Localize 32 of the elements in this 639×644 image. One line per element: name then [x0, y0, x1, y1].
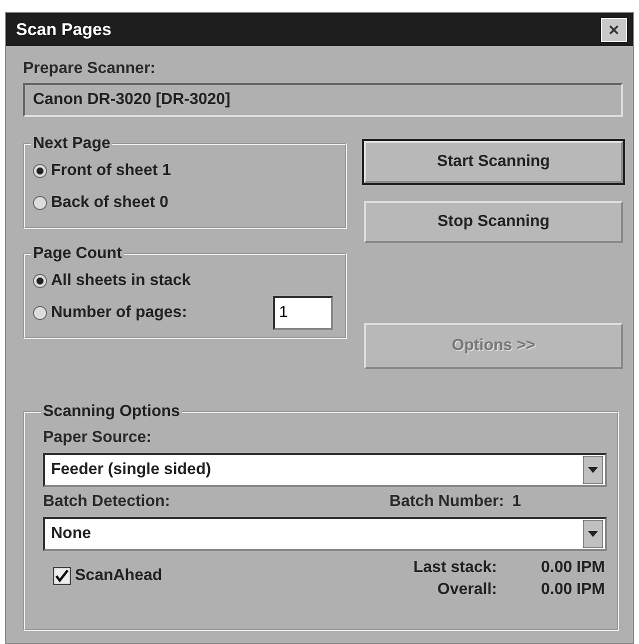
radio-button[interactable] [33, 164, 47, 178]
batch-detection-label: Batch Detection: [43, 493, 170, 511]
radio-label[interactable]: All sheets in stack [51, 272, 191, 290]
checkbox[interactable] [53, 567, 71, 585]
stat-label: Overall: [436, 580, 497, 600]
radio-label[interactable]: Front of sheet 1 [51, 162, 172, 180]
dialog-button[interactable]: Stop Scanning [364, 201, 623, 243]
dropdown-arrow-icon[interactable] [583, 456, 603, 484]
stat-value: 0.00 IPM [540, 580, 605, 600]
dialog-button[interactable]: Start Scanning [364, 141, 623, 183]
window-title: Scan Pages [16, 20, 112, 40]
radio-label[interactable]: Back of sheet 0 [51, 194, 168, 212]
paper-source-dropdown[interactable]: Feeder (single sided) [43, 453, 607, 487]
group-title: Next Page [32, 135, 112, 153]
paper-source-label: Paper Source: [43, 429, 152, 447]
radio-label[interactable]: Number of pages: [51, 304, 188, 322]
radio-button[interactable] [33, 306, 47, 320]
pages-input[interactable]: 1 [273, 296, 333, 330]
stat-value: 0.00 IPM [540, 558, 605, 578]
radio-button[interactable] [33, 196, 47, 210]
batch-detection-dropdown[interactable]: None [43, 517, 607, 551]
batch-number-value: 1 [512, 493, 521, 511]
group-title: Scanning Options [42, 403, 181, 421]
radio-button[interactable] [33, 274, 47, 288]
close-button[interactable]: ✕ [601, 18, 627, 42]
checkbox-label[interactable]: ScanAhead [75, 567, 162, 585]
scanner-field: Canon DR-3020 [DR-3020] [23, 83, 623, 117]
dropdown-arrow-icon[interactable] [583, 520, 603, 548]
group-title: Page Count [32, 245, 123, 263]
scanner-label: Prepare Scanner: [23, 60, 157, 78]
stat-label: Last stack: [413, 558, 497, 578]
batch-number-label: Batch Number: [389, 493, 504, 511]
